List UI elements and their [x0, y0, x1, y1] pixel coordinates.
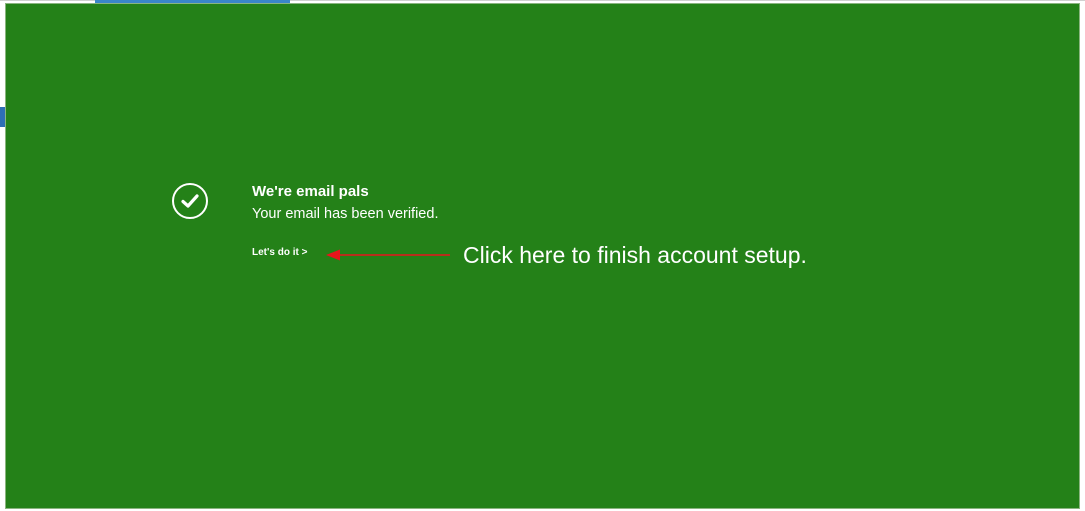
- verification-message: Your email has been verified.: [252, 206, 439, 222]
- screen: We're email pals Your email has been ver…: [0, 0, 1085, 511]
- lets-do-it-link[interactable]: Let's do it >: [252, 246, 307, 260]
- annotation-callout: Click here to finish account setup.: [463, 242, 807, 268]
- verification-title: We're email pals: [252, 183, 369, 200]
- checkmark-circle-icon: [172, 183, 208, 219]
- checkmark-icon: [181, 194, 199, 208]
- red-arrow-left-icon: [326, 249, 450, 261]
